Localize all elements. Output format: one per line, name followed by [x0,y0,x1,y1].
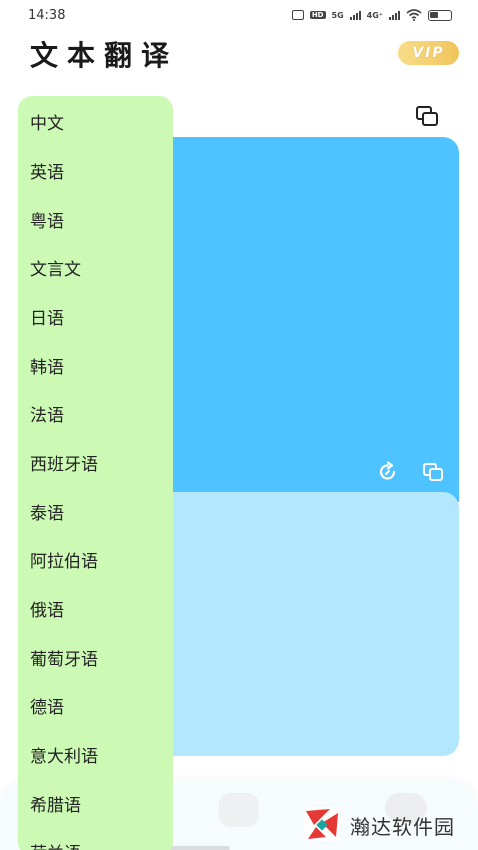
language-option-greek[interactable]: 希腊语 [30,788,81,818]
language-option-cantonese[interactable]: 粤语 [30,204,64,234]
language-option-classical-chinese[interactable]: 文言文 [30,252,81,282]
watermark-logo-icon [304,807,340,841]
status-time: 14:38 [28,7,66,23]
network-5g-label: 5G [331,10,344,20]
language-option-german[interactable]: 德语 [30,690,64,720]
status-bar: 14:38 HD 5G 4G⁺ [0,0,478,30]
language-option-portuguese[interactable]: 葡萄牙语 [30,642,98,672]
signal-icon-2 [389,10,400,20]
language-option-italian[interactable]: 意大利语 [30,739,98,769]
signal-icon [349,10,361,20]
language-option-chinese[interactable]: 中文 [30,106,64,136]
language-option-japanese[interactable]: 日语 [30,301,64,331]
language-option-korean[interactable]: 韩语 [30,350,64,380]
language-dropdown: 中文 英语 粤语 文言文 日语 韩语 法语 西班牙语 泰语 阿拉伯语 俄语 葡萄… [18,96,173,850]
copy-result-icon[interactable] [422,461,444,483]
copy-icon[interactable] [415,105,439,127]
battery-icon [428,9,452,21]
language-option-arabic[interactable]: 阿拉伯语 [30,544,98,574]
wifi-icon [406,9,422,21]
status-icons: HD 5G 4G⁺ [291,9,452,21]
source-text-card[interactable] [150,137,459,502]
page-title: 文本翻译 [30,39,179,72]
language-option-russian[interactable]: 俄语 [30,593,64,623]
watermark-text: 瀚达软件园 [350,815,455,839]
language-option-french[interactable]: 法语 [30,398,64,428]
network-4g-label: 4G⁺ [366,10,383,20]
tab-translate-icon[interactable] [219,793,259,827]
refresh-icon[interactable] [377,461,399,483]
language-option-dutch[interactable]: 荷兰语 [30,836,81,850]
vibrate-icon [291,10,304,20]
vip-button[interactable]: VIP [398,41,459,65]
language-option-thai[interactable]: 泰语 [30,496,64,526]
language-option-english[interactable]: 英语 [30,155,64,185]
hd-badge: HD [309,11,326,19]
language-option-spanish[interactable]: 西班牙语 [30,447,98,477]
result-text-card [150,492,459,756]
